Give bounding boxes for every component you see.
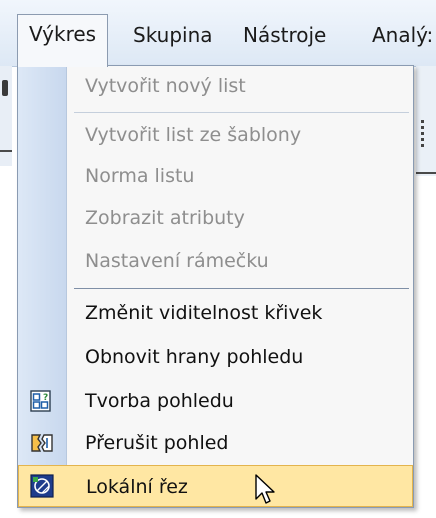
- toolbar-right-edge: [416, 66, 436, 176]
- menu-separator: [74, 288, 409, 289]
- menu-item-refresh-view-edges[interactable]: Obnovit hrany pohledu: [18, 336, 413, 378]
- menu-item-label: Změnit viditelnost křivek: [85, 302, 323, 324]
- menu-bar: Výkres Skupina Nástroje Analý:: [0, 0, 436, 67]
- toolbar-grip: [2, 80, 8, 96]
- local-section-icon: [30, 474, 54, 498]
- menu-item-label: Obnovit hrany pohledu: [85, 346, 304, 368]
- menu-item-curve-visibility[interactable]: Změnit viditelnost křivek: [18, 292, 413, 334]
- toolbar-grip-right[interactable]: [421, 120, 424, 148]
- menu-item-label: Lokální řez: [86, 476, 188, 498]
- menu-item-break-view[interactable]: Přerušit pohled: [18, 422, 413, 464]
- menu-item-frame-settings[interactable]: Nastavení rámečku: [18, 240, 413, 282]
- menu-item-label: Vytvořit list ze šablony: [85, 124, 302, 146]
- toolbar-divider-right: [416, 172, 436, 174]
- menu-item-sheet-from-template[interactable]: Vytvořit list ze šablony: [18, 114, 413, 156]
- menu-item-new-sheet[interactable]: Vytvořit nový list: [18, 65, 413, 107]
- menu-analyza[interactable]: Analý:: [372, 16, 433, 54]
- vykres-dropdown-menu: Vytvořit nový list Vytvořit list ze šabl…: [17, 65, 414, 508]
- menu-item-view-creation[interactable]: ? Tvorba pohledu: [18, 380, 413, 422]
- menu-skupina[interactable]: Skupina: [133, 16, 213, 54]
- menu-item-label: Vytvořit nový list: [85, 75, 246, 97]
- menu-vykres[interactable]: Výkres: [17, 14, 109, 67]
- menu-item-label: Tvorba pohledu: [85, 390, 234, 412]
- view-creation-icon: ?: [30, 389, 54, 413]
- menu-item-label: Zobrazit atributy: [85, 207, 245, 229]
- menu-item-show-attributes[interactable]: Zobrazit atributy: [18, 197, 413, 239]
- menu-item-label: Nastavení rámečku: [85, 250, 269, 272]
- menu-item-sheet-standard[interactable]: Norma listu: [18, 155, 413, 197]
- break-view-icon: [30, 431, 54, 455]
- menu-nastroje[interactable]: Nástroje: [243, 16, 326, 54]
- menu-item-label: Přerušit pohled: [85, 432, 229, 454]
- svg-text:?: ?: [43, 393, 48, 403]
- toolbar-divider: [0, 150, 12, 152]
- menu-separator: [74, 112, 409, 113]
- menu-item-label: Norma listu: [85, 165, 195, 187]
- mouse-cursor-icon: [255, 474, 277, 510]
- menu-item-local-section[interactable]: Lokální řez: [18, 465, 413, 507]
